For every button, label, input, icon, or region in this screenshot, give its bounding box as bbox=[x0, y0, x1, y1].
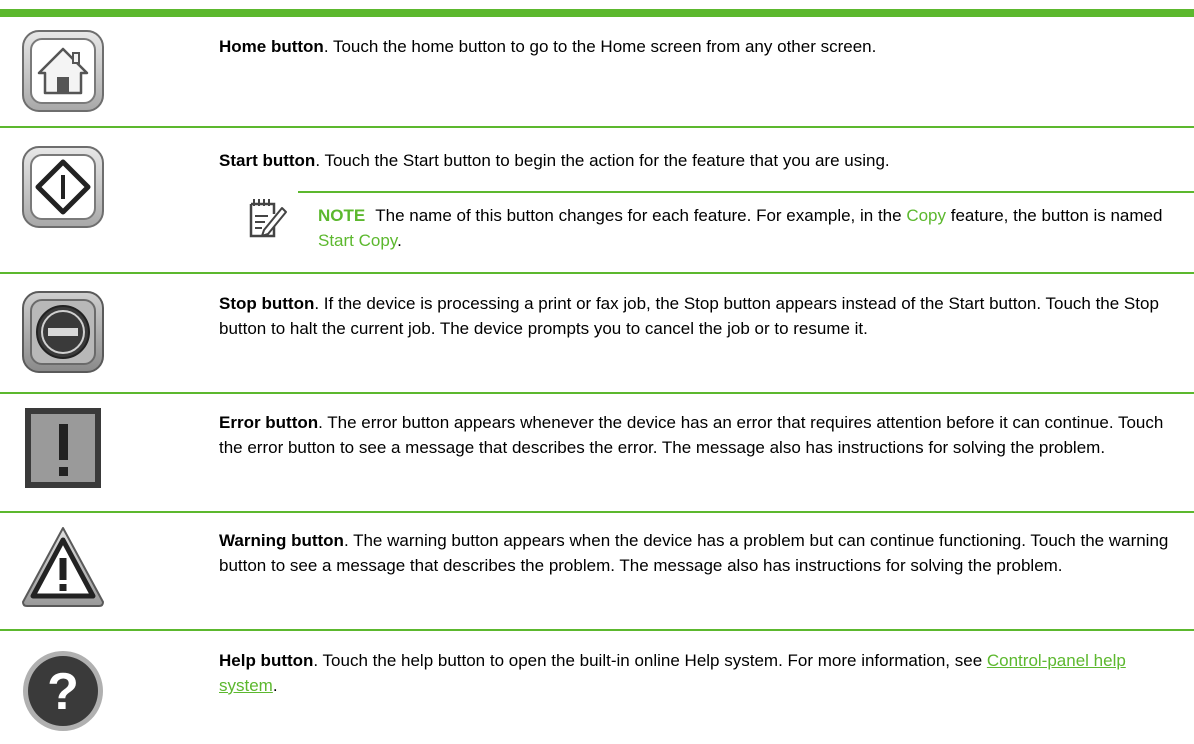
row-divider bbox=[0, 272, 1194, 274]
row-divider bbox=[0, 511, 1194, 513]
note-label: NOTE bbox=[318, 206, 366, 225]
note-pencil-icon bbox=[248, 196, 288, 240]
row-divider bbox=[0, 392, 1194, 394]
home-button-title: Home button bbox=[219, 37, 324, 56]
home-button-description: Home button. Touch the home button to go… bbox=[219, 37, 877, 56]
start-icon bbox=[21, 145, 105, 229]
help-icon: ? bbox=[21, 649, 105, 733]
stop-button-title: Stop button bbox=[219, 294, 315, 313]
note-text: NOTE The name of this button changes for … bbox=[318, 206, 1163, 250]
stop-button-description: Stop button. If the device is processing… bbox=[219, 294, 1159, 338]
home-icon bbox=[21, 29, 105, 113]
start-copy-label: Start Copy bbox=[318, 231, 398, 250]
stop-icon bbox=[21, 290, 105, 374]
error-button-description: Error button. The error button appears w… bbox=[219, 413, 1164, 457]
help-button-description: Help button. Touch the help button to op… bbox=[219, 651, 1126, 695]
start-button-description: Start button. Touch the Start button to … bbox=[219, 151, 890, 170]
warning-button-description: Warning button. The warning button appea… bbox=[219, 531, 1169, 575]
row-divider bbox=[0, 126, 1194, 128]
top-rule bbox=[0, 9, 1194, 17]
row-divider bbox=[0, 629, 1194, 631]
note-top-rule bbox=[298, 191, 1194, 193]
help-button-title: Help button bbox=[219, 651, 314, 670]
start-button-title: Start button bbox=[219, 151, 316, 170]
svg-text:?: ? bbox=[47, 663, 79, 721]
copy-feature-link[interactable]: Copy bbox=[906, 206, 946, 225]
error-icon bbox=[21, 406, 105, 490]
warning-button-title: Warning button bbox=[219, 531, 344, 550]
error-button-title: Error button bbox=[219, 413, 319, 432]
warning-icon bbox=[21, 524, 105, 608]
